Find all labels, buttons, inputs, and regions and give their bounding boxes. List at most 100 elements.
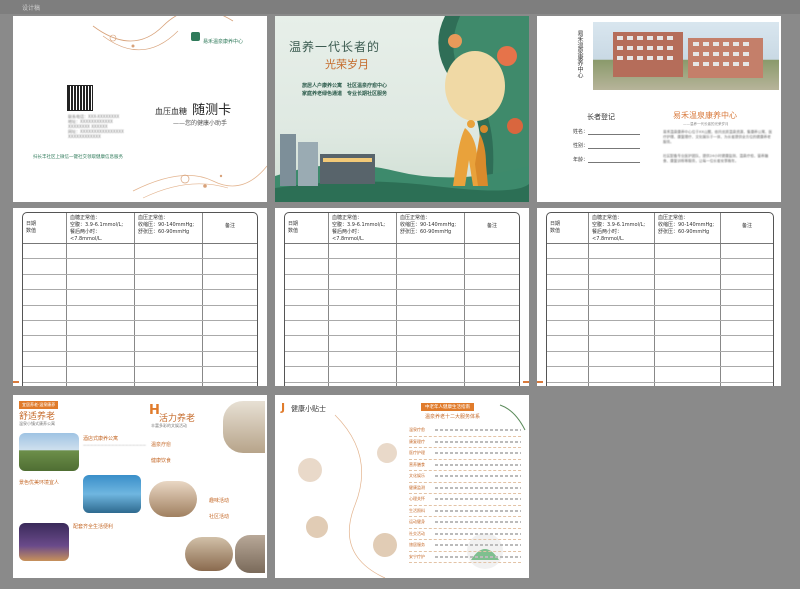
record-row[interactable]: [547, 274, 773, 291]
record-cell[interactable]: [397, 336, 465, 351]
record-row[interactable]: [23, 320, 257, 337]
record-cell[interactable]: [285, 336, 329, 351]
record-cell[interactable]: [655, 259, 721, 274]
record-cell[interactable]: [23, 382, 67, 386]
record-cell[interactable]: [655, 336, 721, 351]
record-cell[interactable]: [547, 351, 589, 367]
record-cell[interactable]: [285, 305, 329, 320]
record-cell[interactable]: [589, 244, 655, 259]
record-row[interactable]: [285, 351, 519, 368]
record-cell[interactable]: [67, 351, 135, 367]
record-cell[interactable]: [721, 275, 773, 289]
record-row[interactable]: [285, 244, 519, 260]
record-cell[interactable]: [23, 336, 67, 351]
record-row[interactable]: [23, 351, 257, 368]
record-row[interactable]: [547, 336, 773, 352]
record-cell[interactable]: [465, 259, 519, 273]
record-row[interactable]: [23, 274, 257, 291]
field-line[interactable]: [588, 128, 641, 135]
record-cell[interactable]: [397, 351, 465, 367]
record-cell[interactable]: [465, 352, 519, 366]
record-cell[interactable]: [329, 320, 397, 336]
record-cell[interactable]: [203, 352, 257, 366]
record-cell[interactable]: [721, 306, 773, 320]
record-cell[interactable]: [655, 320, 721, 336]
record-cell[interactable]: [655, 351, 721, 367]
cover-page[interactable]: 易禾温泉康养中心 联系电话：XXX-XXXXXXXX 地址：XXXXXXXXXX…: [13, 16, 267, 202]
record-cell[interactable]: [547, 336, 589, 351]
record-cell[interactable]: [285, 382, 329, 386]
record-cell[interactable]: [547, 320, 589, 336]
record-cell[interactable]: [203, 321, 257, 335]
record-cell[interactable]: [203, 290, 257, 304]
record-cell[interactable]: [23, 305, 67, 320]
record-cell[interactable]: [67, 290, 135, 305]
record-cell[interactable]: [329, 305, 397, 320]
record-cell[interactable]: [465, 321, 519, 335]
record-cell[interactable]: [135, 305, 203, 320]
qr-code[interactable]: [67, 85, 93, 111]
record-cell[interactable]: [203, 244, 257, 258]
record-cell[interactable]: [721, 352, 773, 366]
record-cell[interactable]: [203, 306, 257, 320]
record-page-1[interactable]: 日期 数值 血糖正常值： 空腹：3.9-6.1mmol/L; 餐后两小时：<7.8m…: [13, 208, 267, 386]
record-row[interactable]: [547, 259, 773, 275]
record-cell[interactable]: [547, 367, 589, 382]
record-cell[interactable]: [285, 351, 329, 367]
record-cell[interactable]: [329, 274, 397, 290]
record-cell[interactable]: [655, 305, 721, 320]
record-row[interactable]: [23, 244, 257, 260]
record-cell[interactable]: [655, 244, 721, 259]
record-cell[interactable]: [135, 259, 203, 274]
record-cell[interactable]: [721, 321, 773, 335]
record-cell[interactable]: [203, 367, 257, 381]
record-cell[interactable]: [547, 274, 589, 290]
record-cell[interactable]: [589, 351, 655, 367]
record-cell[interactable]: [23, 351, 67, 367]
record-cell[interactable]: [589, 290, 655, 305]
record-row[interactable]: [285, 336, 519, 352]
record-cell[interactable]: [397, 290, 465, 305]
record-cell[interactable]: [135, 336, 203, 351]
record-cell[interactable]: [547, 382, 589, 386]
record-cell[interactable]: [329, 382, 397, 386]
record-cell[interactable]: [23, 290, 67, 305]
record-cell[interactable]: [285, 244, 329, 259]
record-cell[interactable]: [135, 244, 203, 259]
record-row[interactable]: [547, 320, 773, 337]
record-cell[interactable]: [721, 367, 773, 381]
record-cell[interactable]: [721, 244, 773, 258]
record-row[interactable]: [23, 290, 257, 306]
record-cell[interactable]: [203, 383, 257, 386]
record-cell[interactable]: [329, 336, 397, 351]
record-cell[interactable]: [465, 336, 519, 350]
record-cell[interactable]: [589, 382, 655, 386]
record-cell[interactable]: [329, 244, 397, 259]
record-cell[interactable]: [655, 367, 721, 382]
record-cell[interactable]: [397, 244, 465, 259]
record-cell[interactable]: [285, 320, 329, 336]
record-row[interactable]: [285, 305, 519, 321]
record-row[interactable]: [23, 367, 257, 383]
record-cell[interactable]: [67, 336, 135, 351]
record-cell[interactable]: [67, 367, 135, 382]
record-cell[interactable]: [547, 290, 589, 305]
record-row[interactable]: [23, 336, 257, 352]
record-table[interactable]: 日期 数值 血糖正常值： 空腹：3.9-6.1mmol/L; 餐后两小时：<7.8m…: [284, 212, 520, 386]
record-cell[interactable]: [203, 336, 257, 350]
record-cell[interactable]: [329, 259, 397, 274]
record-row[interactable]: [285, 320, 519, 337]
record-cell[interactable]: [67, 259, 135, 274]
poster-page[interactable]: 温养一代长者的 光荣岁月 旅居人户康养公寓 社区温泉疗愈中心 家庭养老绿色通道 …: [275, 16, 529, 202]
record-cell[interactable]: [67, 244, 135, 259]
record-cell[interactable]: [397, 305, 465, 320]
record-cell[interactable]: [465, 275, 519, 289]
record-cell[interactable]: [547, 259, 589, 274]
record-cell[interactable]: [285, 274, 329, 290]
record-cell[interactable]: [721, 259, 773, 273]
record-row[interactable]: [285, 259, 519, 275]
record-cell[interactable]: [329, 351, 397, 367]
record-row[interactable]: [547, 351, 773, 368]
record-cell[interactable]: [135, 320, 203, 336]
record-cell[interactable]: [721, 290, 773, 304]
